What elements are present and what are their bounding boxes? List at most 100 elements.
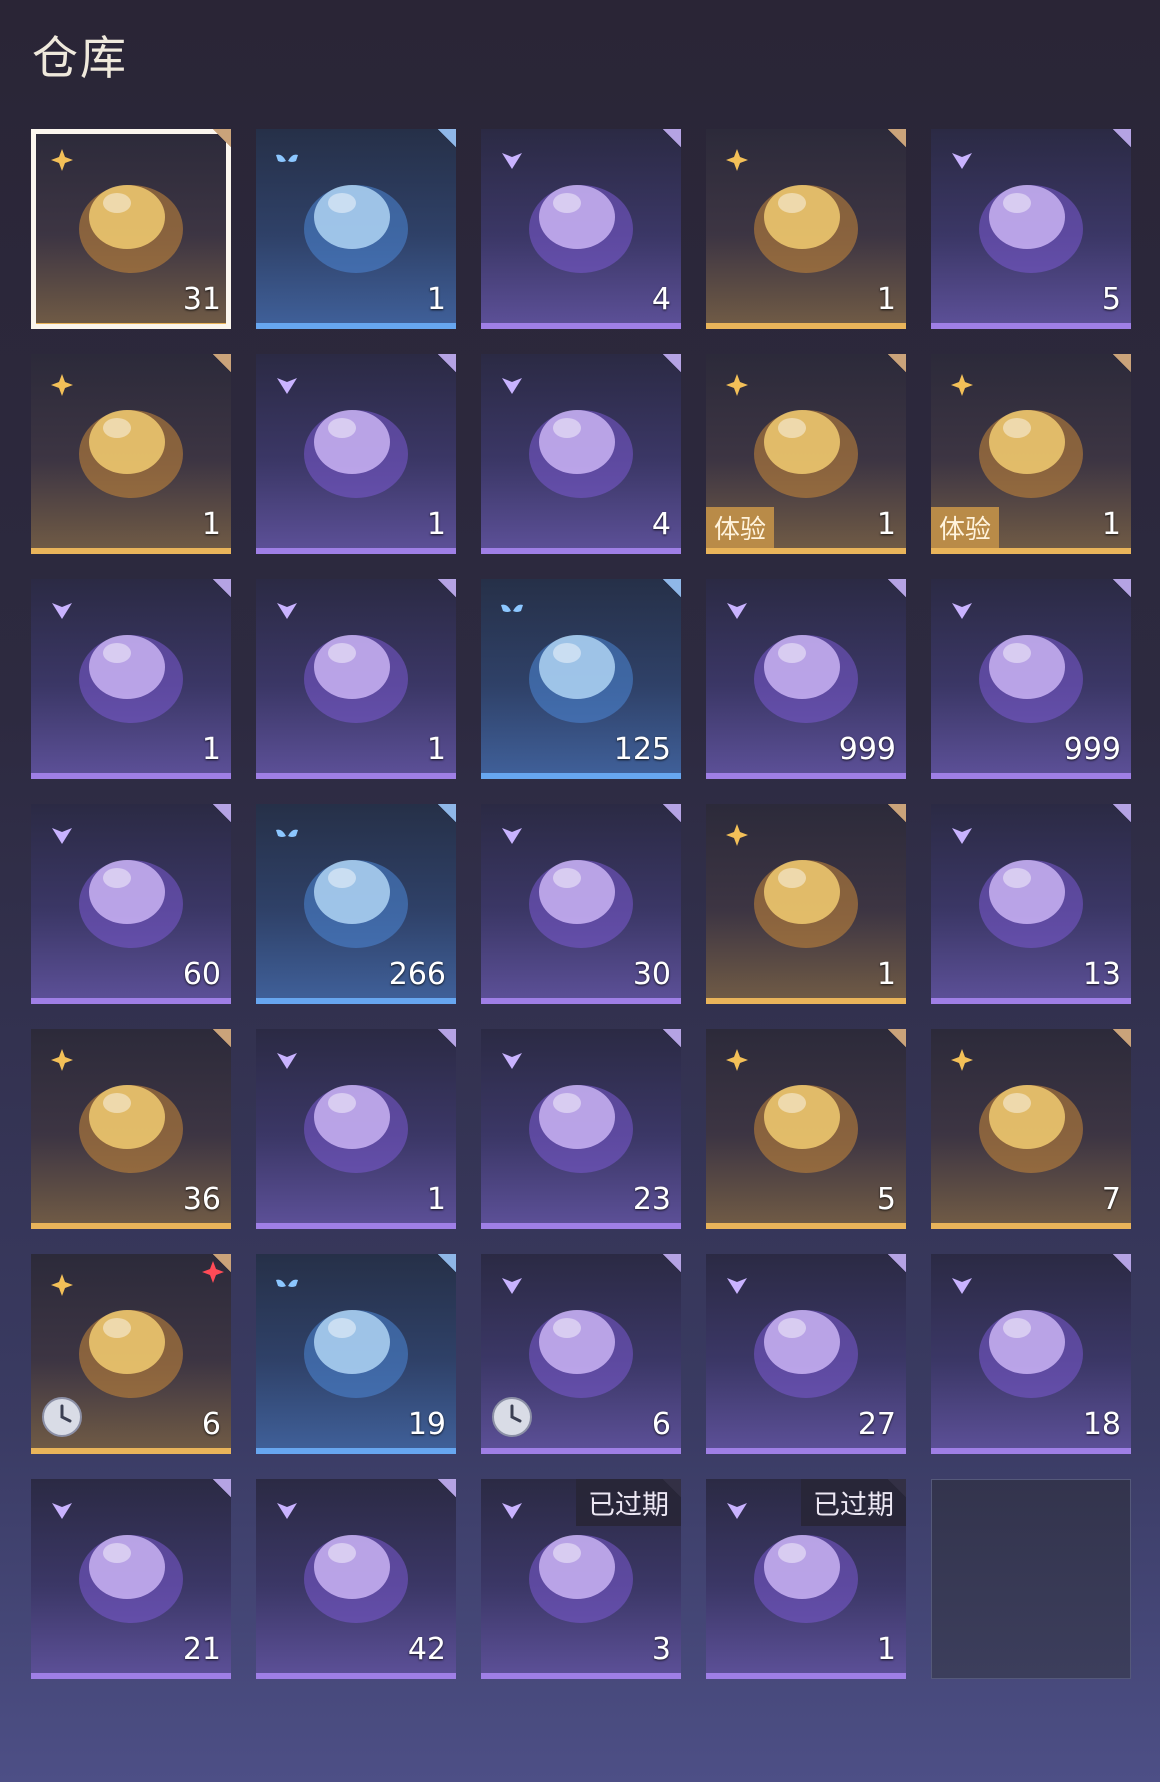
inventory-slot[interactable]: 1 [256, 579, 456, 779]
inventory-slot[interactable]: 999 [931, 579, 1131, 779]
slot-corner-mark [434, 354, 456, 376]
inventory-slot[interactable]: 7 [931, 1029, 1131, 1229]
item-count: 266 [388, 957, 446, 992]
inventory-slot[interactable]: 42 [256, 1479, 456, 1679]
item-count: 125 [613, 732, 671, 767]
item-count: 1 [201, 507, 221, 542]
item-count: 18 [1082, 1407, 1121, 1442]
inventory-slot[interactable]: 36 [31, 1029, 231, 1229]
inventory-slot[interactable]: 125 [481, 579, 681, 779]
item-count: 1 [876, 507, 896, 542]
amulet-icon [736, 1051, 876, 1191]
item-count: 23 [632, 1182, 671, 1217]
gold-coin-icon [286, 376, 426, 516]
crystal-shell-icon [61, 1051, 201, 1191]
slot-corner-mark [434, 1029, 456, 1051]
red-envelope-icon [736, 1276, 876, 1416]
slot-corner-mark [884, 129, 906, 151]
item-count: 4 [651, 507, 671, 542]
slot-corner-mark [1109, 1254, 1131, 1276]
inventory-slot[interactable]: 1 [31, 579, 231, 779]
inventory-slot[interactable]: 体验 1 [931, 354, 1131, 554]
slot-corner-mark [1109, 129, 1131, 151]
inventory-slot[interactable]: 30 [481, 804, 681, 1004]
slot-corner-mark [434, 804, 456, 826]
inventory-slot[interactable]: 4 [481, 129, 681, 329]
inventory-slot[interactable]: 31 [31, 129, 231, 329]
slot-corner-mark [209, 804, 231, 826]
slot-corner-mark [659, 804, 681, 826]
trial-tag: 体验 [706, 507, 775, 548]
item-count: 31 [182, 282, 221, 317]
page-title: 仓库 [32, 31, 128, 85]
inventory-slot[interactable]: 5 [706, 1029, 906, 1229]
inventory-slot[interactable]: 6 [31, 1254, 231, 1454]
item-count: 1 [1101, 507, 1121, 542]
lotus-icon [61, 826, 201, 966]
slot-corner-mark [209, 1029, 231, 1051]
new-badge-icon [201, 1260, 225, 1284]
inventory-slot[interactable]: 已过期 1 [706, 1479, 906, 1679]
slot-corner-mark [434, 1479, 456, 1501]
slot-corner-mark [209, 1479, 231, 1501]
dark-costume-icon [961, 376, 1101, 516]
expired-tag: 已过期 [576, 1479, 681, 1526]
inventory-slot[interactable]: 23 [481, 1029, 681, 1229]
inventory-slot[interactable]: 1 [256, 1029, 456, 1229]
inventory-slot[interactable]: 体验 1 [706, 354, 906, 554]
slot-corner-mark [884, 1254, 906, 1276]
item-count: 27 [857, 1407, 896, 1442]
item-count: 1 [426, 732, 446, 767]
slot-corner-mark [884, 579, 906, 601]
clock-icon [41, 1396, 83, 1438]
inventory-slot[interactable]: 266 [256, 804, 456, 1004]
inventory-slot[interactable]: 1 [256, 354, 456, 554]
inventory-slot[interactable]: 1 [706, 129, 906, 329]
crystal-icon [61, 151, 201, 291]
inventory-slot[interactable]: 已过期 3 [481, 1479, 681, 1679]
inventory-slot[interactable]: 5 [931, 129, 1131, 329]
slot-corner-mark [1109, 354, 1131, 376]
inventory-slot[interactable]: 13 [931, 804, 1131, 1004]
blue-costume-icon [736, 376, 876, 516]
item-count: 36 [182, 1182, 221, 1217]
golden-key-icon [61, 1276, 201, 1416]
slot-corner-mark [1109, 579, 1131, 601]
arrow-icon [511, 1276, 651, 1416]
inventory-slot[interactable]: 6 [481, 1254, 681, 1454]
inventory-slot[interactable]: 999 [706, 579, 906, 779]
flame-emblem-icon [511, 601, 651, 741]
puzzle-piece-icon [961, 826, 1101, 966]
lotus-icon [736, 601, 876, 741]
tri-color-powder-icon [511, 826, 651, 966]
jewel-box-icon [286, 151, 426, 291]
item-count: 13 [1082, 957, 1121, 992]
item-count: 1 [201, 732, 221, 767]
card-ticket-icon [61, 601, 201, 741]
powder-bowl-icon [286, 826, 426, 966]
rainbow-powder-icon [736, 826, 876, 966]
item-count: 5 [876, 1182, 896, 1217]
item-count: 5 [1101, 282, 1121, 317]
inventory-slot[interactable]: 1 [256, 129, 456, 329]
jade-seal-icon [961, 1276, 1101, 1416]
scroll-icon [286, 1501, 426, 1641]
inventory-slot[interactable]: 60 [31, 804, 231, 1004]
slot-corner-mark [659, 354, 681, 376]
empty-slot[interactable] [931, 1479, 1131, 1679]
inventory-slot[interactable]: 27 [706, 1254, 906, 1454]
item-count: 1 [426, 1182, 446, 1217]
inventory-slot[interactable]: 19 [256, 1254, 456, 1454]
inventory-slot[interactable]: 21 [31, 1479, 231, 1679]
inventory-slot[interactable]: 18 [931, 1254, 1131, 1454]
item-count: 7 [1101, 1182, 1121, 1217]
item-count: 4 [651, 282, 671, 317]
inventory-slot[interactable]: 1 [706, 804, 906, 1004]
slot-corner-mark [659, 1029, 681, 1051]
inventory-slot[interactable]: 4 [481, 354, 681, 554]
item-count: 1 [876, 957, 896, 992]
slot-corner-mark [659, 579, 681, 601]
inventory-slot[interactable]: 1 [31, 354, 231, 554]
slot-corner-mark [884, 1029, 906, 1051]
lotus-icon [961, 601, 1101, 741]
